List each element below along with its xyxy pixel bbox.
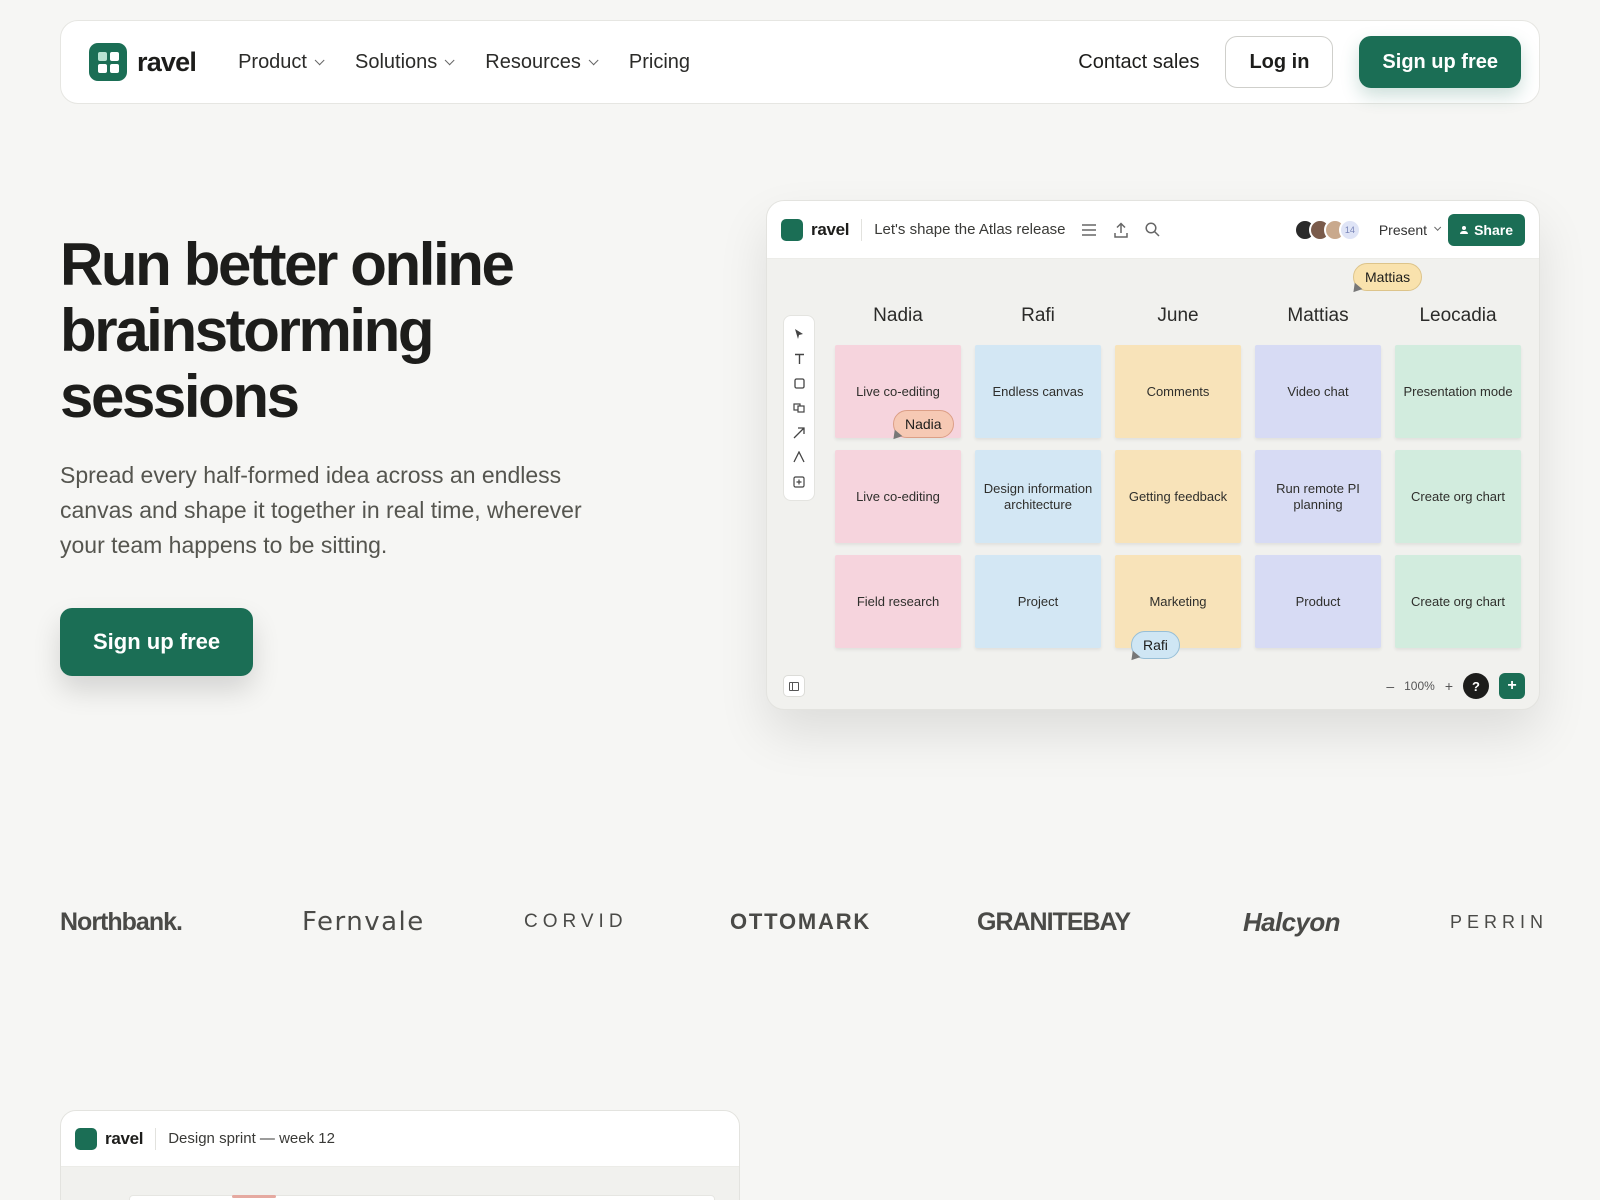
column-header-june: June — [1157, 305, 1199, 326]
sticky-note[interactable]: Presentation mode — [1395, 345, 1521, 438]
ravel-logo-icon — [781, 218, 803, 241]
sticky-note[interactable]: Marketing — [1115, 555, 1241, 648]
column-header-mattias: Mattias — [1287, 305, 1349, 326]
column-header-rafi: Rafi — [1021, 305, 1055, 326]
board-collab-controls: 14 Present Share — [1293, 213, 1525, 246]
sticky-note[interactable]: Video chat — [1255, 345, 1381, 438]
arrow-icon[interactable] — [791, 425, 807, 441]
sticky-note[interactable]: Getting feedback — [1115, 450, 1241, 543]
text-icon[interactable] — [791, 351, 807, 367]
signup-button[interactable]: Sign up free — [1359, 36, 1521, 88]
contact-sales-link[interactable]: Contact sales — [1078, 51, 1199, 74]
sticky-note[interactable]: Live co-editing — [835, 450, 961, 543]
toggle-sidebar-button[interactable] — [783, 675, 805, 697]
sticky-note[interactable]: Product — [1255, 555, 1381, 648]
brand-logo[interactable]: ravel — [89, 43, 197, 81]
column-header-leocadia: Leocadia — [1419, 305, 1497, 326]
nav-item-resources[interactable]: Resources — [485, 51, 599, 74]
board-toolbar: ravel Let's shape the Atlas release 14 P… — [767, 201, 1539, 259]
pen-icon[interactable] — [791, 449, 807, 465]
nav-actions: Contact sales Log in Sign up free — [1078, 36, 1521, 88]
zoom-controls: – 100% + ? + — [1386, 673, 1525, 699]
chevron-down-icon — [444, 54, 455, 65]
nav-item-pricing[interactable]: Pricing — [629, 51, 690, 74]
column-header-nadia: Nadia — [873, 305, 923, 326]
sticky-note[interactable]: Comments — [1115, 345, 1241, 438]
hero-subtitle: Spread every half-formed idea across an … — [60, 462, 582, 558]
shape-icon[interactable] — [791, 375, 807, 391]
second-board-preview: ravel Design sprint — week 12 — [60, 1110, 740, 1200]
board-title[interactable]: Let's shape the Atlas release — [874, 221, 1065, 238]
customer-logo: Halcyon — [1243, 906, 1341, 937]
zoom-out-button[interactable]: – — [1386, 678, 1394, 694]
collaborator-avatars[interactable]: 14 — [1293, 218, 1361, 241]
menu-icon[interactable] — [1080, 221, 1098, 239]
share-button[interactable]: Share — [1448, 213, 1525, 246]
avatar-overflow-count: 14 — [1338, 218, 1361, 241]
customer-logo: CORVID — [524, 911, 628, 932]
select-icon[interactable] — [791, 326, 807, 342]
customer-logo: Northbank. — [60, 907, 183, 936]
person-icon — [1460, 225, 1469, 234]
sticky-note[interactable]: Project — [975, 555, 1101, 648]
board-title[interactable]: Design sprint — week 12 — [168, 1130, 335, 1147]
sticky-note[interactable]: Create org chart — [1395, 450, 1521, 543]
upload-icon[interactable] — [1112, 221, 1130, 239]
primary-nav: Product Solutions Resources Pricing — [238, 51, 690, 74]
customer-logo: OTTOMARK — [730, 909, 872, 934]
board-toolbar: ravel Design sprint — week 12 — [61, 1111, 739, 1167]
add-button[interactable]: + — [1499, 673, 1525, 699]
divider — [155, 1127, 157, 1150]
canvas-tool-palette — [783, 315, 815, 501]
brand-name: ravel — [137, 46, 197, 77]
sidebar-icon — [789, 681, 799, 691]
board-actions — [1080, 221, 1162, 239]
ravel-logo-icon — [75, 1127, 97, 1150]
cursor-label-rafi: Rafi — [1131, 631, 1180, 659]
zoom-level: 100% — [1404, 679, 1435, 693]
divider — [861, 218, 863, 241]
present-dropdown[interactable]: Present — [1379, 222, 1442, 238]
top-navigation: ravel Product Solutions Resources Pricin… — [60, 20, 1540, 104]
customer-logo: Fernvale — [302, 907, 425, 937]
board-preview-window: ravel Let's shape the Atlas release 14 P… — [766, 200, 1540, 710]
sticky-icon[interactable] — [791, 400, 807, 416]
hero-signup-button[interactable]: Sign up free — [60, 608, 254, 676]
sticky-note[interactable]: Design information architecture — [975, 450, 1101, 543]
sticky-note[interactable]: Endless canvas — [975, 345, 1101, 438]
frame-icon[interactable] — [791, 474, 807, 490]
cursor-label-nadia: Nadia — [893, 410, 954, 438]
search-icon[interactable] — [1144, 221, 1162, 239]
chevron-down-icon — [588, 54, 599, 65]
customer-logos: Northbank. Fernvale CORVID OTTOMARK GRAN… — [60, 900, 1543, 944]
customer-logo: GRANITEBAY — [977, 907, 1131, 936]
zoom-in-button[interactable]: + — [1445, 678, 1453, 694]
chevron-down-icon — [1434, 223, 1442, 231]
sticky-note[interactable]: Create org chart — [1395, 555, 1521, 648]
login-button[interactable]: Log in — [1225, 36, 1334, 88]
hero-title: Run better online brainstorming sessions — [60, 231, 515, 430]
nav-item-product[interactable]: Product — [238, 51, 325, 74]
sticky-note[interactable]: Field research — [835, 555, 961, 648]
chevron-down-icon — [314, 54, 325, 65]
board-brand-name: ravel — [811, 219, 850, 239]
cursor-label-mattias: Mattias — [1353, 263, 1423, 291]
sticky-note[interactable]: Run remote PI planning — [1255, 450, 1381, 543]
customer-logo: PERRIN — [1450, 911, 1549, 932]
nav-item-solutions[interactable]: Solutions — [355, 51, 455, 74]
board-canvas-frame — [129, 1195, 715, 1200]
ravel-logo-icon — [89, 43, 127, 81]
board-brand-name: ravel — [105, 1128, 144, 1148]
help-button[interactable]: ? — [1463, 673, 1489, 699]
